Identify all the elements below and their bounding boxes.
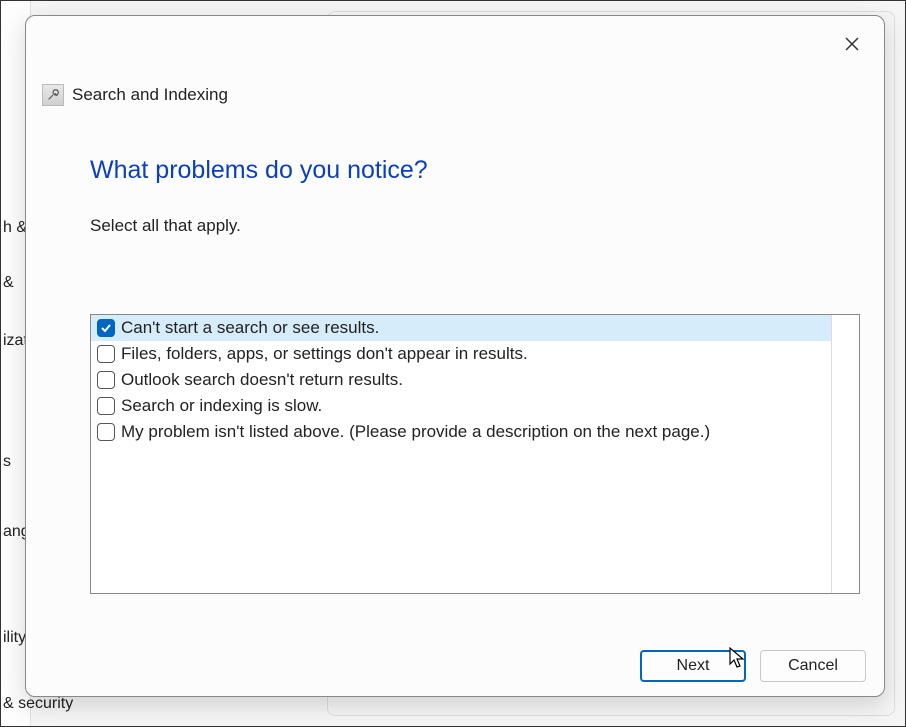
bg-text-fragment: & security	[1, 695, 73, 713]
checkbox-checked[interactable]	[97, 319, 115, 337]
dialog-title-row: Search and Indexing	[42, 84, 228, 106]
cancel-button[interactable]: Cancel	[760, 650, 866, 682]
troubleshooter-dialog: Search and Indexing What problems do you…	[25, 15, 885, 697]
bg-text-fragment: &	[1, 274, 14, 292]
bg-text-fragment: h &	[1, 219, 27, 237]
dialog-heading: What problems do you notice?	[90, 156, 428, 185]
button-label: Cancel	[788, 657, 838, 675]
bg-text-fragment: izat	[1, 332, 28, 350]
option-label: My problem isn't listed above. (Please p…	[121, 422, 710, 442]
close-button[interactable]	[838, 30, 866, 58]
bg-text-fragment: s	[1, 453, 11, 471]
problem-option-cant-start-search[interactable]: Can't start a search or see results.	[91, 315, 831, 341]
problem-option-indexing-slow[interactable]: Search or indexing is slow.	[91, 393, 831, 419]
checkbox-unchecked[interactable]	[97, 345, 115, 363]
problem-option-files-dont-appear[interactable]: Files, folders, apps, or settings don't …	[91, 341, 831, 367]
next-button[interactable]: Next	[640, 650, 746, 682]
option-label: Outlook search doesn't return results.	[121, 370, 403, 390]
bg-text-fragment: ility	[1, 629, 26, 647]
problem-list: Can't start a search or see results. Fil…	[90, 314, 860, 594]
option-label: Files, folders, apps, or settings don't …	[121, 344, 528, 364]
dialog-title: Search and Indexing	[72, 85, 228, 105]
button-label: Next	[677, 657, 710, 675]
checkmark-icon	[100, 322, 112, 334]
dialog-button-row: Next Cancel	[640, 650, 866, 682]
checkbox-unchecked[interactable]	[97, 397, 115, 415]
problem-option-not-listed[interactable]: My problem isn't listed above. (Please p…	[91, 419, 831, 445]
option-label: Can't start a search or see results.	[121, 318, 379, 338]
dialog-subheading: Select all that apply.	[90, 216, 241, 236]
checkbox-unchecked[interactable]	[97, 423, 115, 441]
close-icon	[844, 36, 860, 52]
option-label: Search or indexing is slow.	[121, 396, 322, 416]
problem-option-outlook-search[interactable]: Outlook search doesn't return results.	[91, 367, 831, 393]
checkbox-unchecked[interactable]	[97, 371, 115, 389]
troubleshoot-icon	[42, 84, 64, 106]
